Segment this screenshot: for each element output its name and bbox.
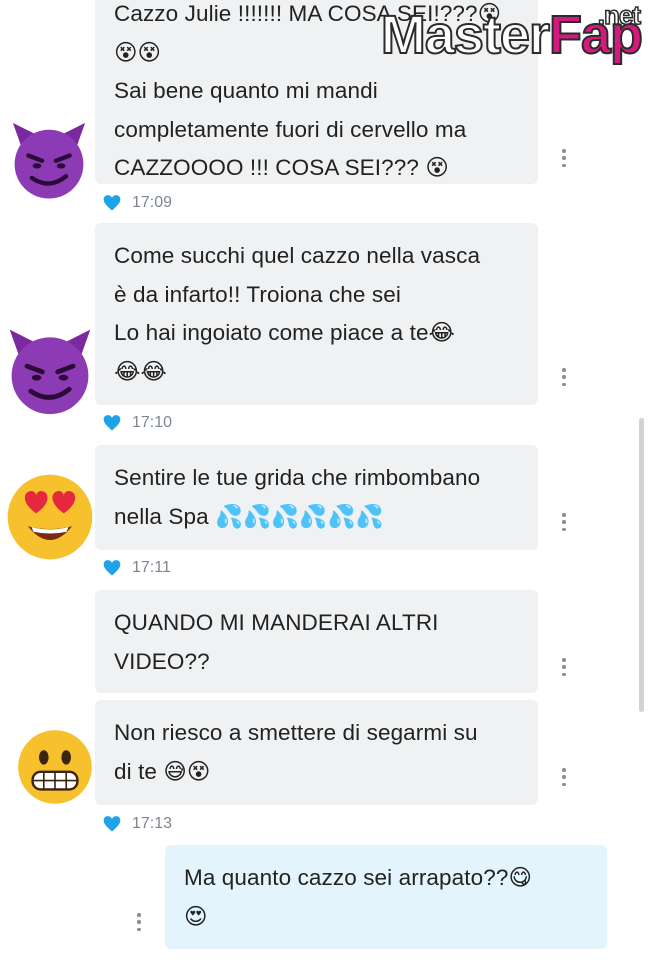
message-text: 😂😂 bbox=[114, 358, 167, 384]
message-text: Non riesco a smettere di segarmi su bbox=[114, 720, 478, 745]
more-options-icon[interactable] bbox=[562, 658, 566, 676]
more-options-icon[interactable] bbox=[137, 913, 141, 931]
message-meta: 17:11 bbox=[102, 558, 171, 578]
message-meta: 17:09 bbox=[102, 193, 172, 213]
heart-icon[interactable] bbox=[102, 193, 122, 213]
more-options-icon[interactable] bbox=[562, 513, 566, 531]
message-text: Lo hai ingoiato come piace a te😂 bbox=[114, 320, 455, 345]
message-meta: 17:13 bbox=[102, 814, 172, 834]
message-meta: 17:10 bbox=[102, 413, 172, 433]
timestamp: 17:10 bbox=[132, 414, 173, 431]
more-options-icon[interactable] bbox=[562, 149, 566, 167]
reply-text: Ma quanto cazzo sei arrapato??😋 bbox=[184, 865, 533, 890]
message-bubble[interactable]: Non riesco a smettere di segarmi su di t… bbox=[95, 700, 538, 805]
message-bubble[interactable]: QUANDO MI MANDERAI ALTRI VIDEO?? bbox=[95, 590, 538, 693]
message-text: QUANDO MI MANDERAI ALTRI bbox=[114, 610, 439, 635]
heart-eyes-icon bbox=[7, 474, 93, 560]
timestamp: 17:13 bbox=[132, 815, 173, 832]
message-text: di te 😅😵 bbox=[114, 758, 211, 784]
watermark-suffix: .net bbox=[597, 0, 642, 31]
more-options-icon[interactable] bbox=[562, 768, 566, 786]
message-text: VIDEO?? bbox=[114, 648, 210, 674]
grimacing-face-icon bbox=[18, 730, 92, 804]
scrollbar[interactable] bbox=[639, 418, 644, 712]
message-text: Sentire le tue grida che rimbombano bbox=[114, 465, 481, 490]
more-options-icon[interactable] bbox=[562, 368, 566, 386]
timestamp: 17:11 bbox=[132, 559, 171, 576]
smiling-devil-icon bbox=[9, 329, 91, 415]
message-text: Come succhi quel cazzo nella vasca bbox=[114, 243, 481, 268]
heart-icon[interactable] bbox=[102, 558, 122, 578]
message-bubble[interactable]: Sentire le tue grida che rimbombano nell… bbox=[95, 445, 538, 550]
smiling-devil-icon bbox=[12, 122, 86, 199]
message-text: è da infarto!! Troiona che sei bbox=[114, 281, 401, 307]
reply-text: 😍 bbox=[184, 903, 208, 929]
reply-bubble[interactable]: Ma quanto cazzo sei arrapato??😋 😍 bbox=[165, 845, 607, 949]
message-bubble[interactable]: Come succhi quel cazzo nella vasca è da … bbox=[95, 223, 538, 405]
watermark-text-master: Master bbox=[380, 4, 551, 66]
heart-icon[interactable] bbox=[102, 413, 122, 433]
message-text: nella Spa 💦💦💦💦💦💦 bbox=[114, 503, 384, 529]
timestamp: 17:09 bbox=[132, 194, 173, 211]
message-text: CAZZOOOO !!! COSA SEI??? 😵 bbox=[114, 155, 449, 180]
watermark-logo: MasterFap .net bbox=[380, 0, 644, 80]
message-text: completamente fuori di cervello ma bbox=[114, 116, 467, 142]
heart-icon[interactable] bbox=[102, 814, 122, 834]
